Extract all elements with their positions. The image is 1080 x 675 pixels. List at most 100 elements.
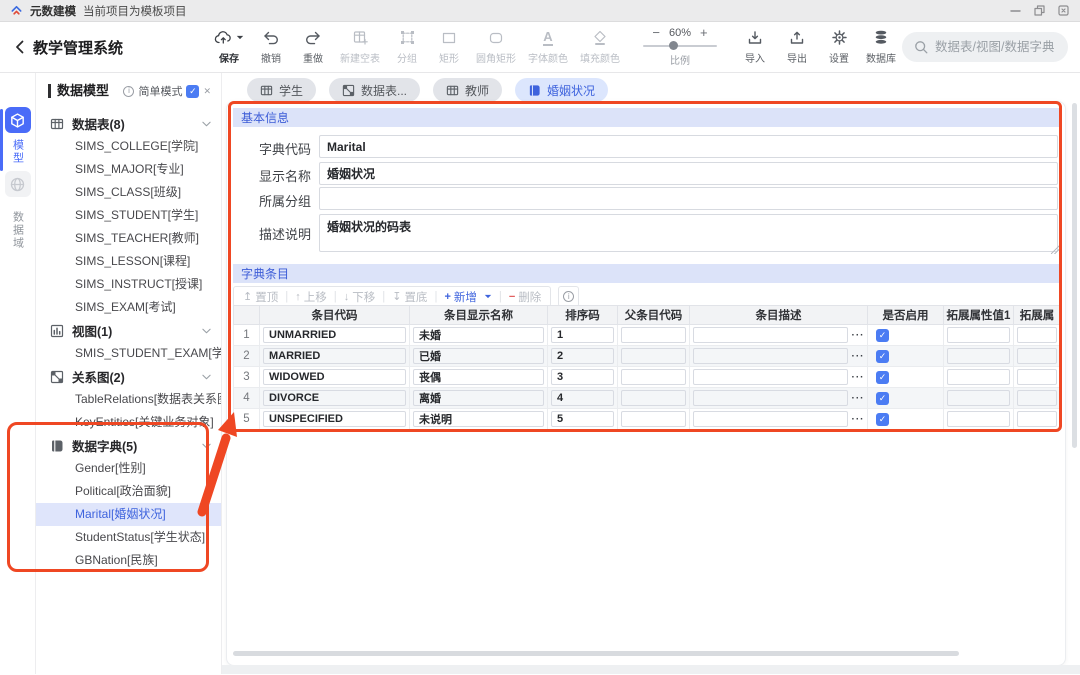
- tab-student[interactable]: 学生: [247, 78, 316, 102]
- fill-color-button[interactable]: 填充颜色: [574, 30, 626, 65]
- tab-datatable-relations[interactable]: 数据表...: [329, 78, 420, 102]
- ext-attr1-cell[interactable]: [947, 369, 1010, 385]
- sidebar-group-tables[interactable]: 数据表(8): [36, 112, 221, 135]
- zoom-slider[interactable]: [643, 41, 717, 50]
- entry-desc-cell[interactable]: [693, 390, 848, 406]
- textarea-resize-handle[interactable]: [1051, 245, 1060, 254]
- rect-tool-button[interactable]: 矩形: [428, 30, 470, 65]
- entries-info-button[interactable]: i: [558, 286, 579, 307]
- new-empty-table-button[interactable]: 新建空表: [334, 30, 386, 65]
- more-options-icon[interactable]: ···: [851, 372, 865, 383]
- description-textarea[interactable]: 婚姻状况的码表: [319, 214, 1058, 252]
- tab-marital-status-active[interactable]: 婚姻状况: [515, 78, 608, 102]
- search-input[interactable]: [935, 40, 1056, 54]
- zoom-slider-thumb[interactable]: [669, 41, 678, 50]
- save-dropdown-icon[interactable]: [236, 35, 244, 40]
- horizontal-scrollbar[interactable]: [233, 651, 959, 656]
- entry-name-cell[interactable]: 未婚: [413, 327, 544, 343]
- enabled-checkbox[interactable]: ✓: [876, 371, 889, 384]
- sidebar-item-dictionary[interactable]: Gender[性别]: [36, 457, 221, 480]
- sort-code-cell[interactable]: 1: [551, 327, 614, 343]
- model-rail-button[interactable]: [5, 107, 31, 133]
- chevron-down-icon[interactable]: [202, 374, 211, 380]
- sidebar-item-table[interactable]: SIMS_INSTRUCT[授课]: [36, 273, 221, 296]
- parent-code-cell[interactable]: [621, 390, 686, 406]
- parent-code-cell[interactable]: [621, 369, 686, 385]
- enabled-checkbox[interactable]: ✓: [876, 329, 889, 342]
- import-button[interactable]: 导入: [734, 30, 776, 65]
- ext-attr2-cell[interactable]: [1017, 390, 1057, 406]
- pin-bottom-button[interactable]: ↧置底: [392, 289, 427, 305]
- vertical-scrollbar[interactable]: [1072, 103, 1077, 448]
- entry-desc-cell[interactable]: [693, 369, 848, 385]
- sidebar-group-dictionaries[interactable]: 数据字典(5): [36, 434, 221, 457]
- sidebar-item-dictionary[interactable]: Political[政治面貌]: [36, 480, 221, 503]
- back-button[interactable]: [15, 40, 24, 54]
- close-button[interactable]: [1057, 4, 1070, 17]
- parent-code-cell[interactable]: [621, 327, 686, 343]
- more-options-icon[interactable]: ···: [851, 330, 865, 341]
- sidebar-item-view[interactable]: SMIS_STUDENT_EXAM[学生考试]: [36, 342, 221, 365]
- entry-desc-cell[interactable]: [693, 327, 848, 343]
- enabled-checkbox[interactable]: ✓: [876, 350, 889, 363]
- sidebar-group-views[interactable]: 视图(1): [36, 319, 221, 342]
- sidebar-item-relation[interactable]: KeyEntities[关键业务对象]: [36, 411, 221, 434]
- ext-attr1-cell[interactable]: [947, 411, 1010, 427]
- entry-code-cell[interactable]: WIDOWED: [263, 369, 406, 385]
- entry-name-cell[interactable]: 离婚: [413, 390, 544, 406]
- sort-code-cell[interactable]: 5: [551, 411, 614, 427]
- entry-name-cell[interactable]: 未说明: [413, 411, 544, 427]
- ext-attr2-cell[interactable]: [1017, 327, 1057, 343]
- settings-button[interactable]: 设置: [818, 30, 860, 65]
- zoom-in-button[interactable]: +: [700, 28, 708, 38]
- sidebar-item-table[interactable]: SIMS_TEACHER[教师]: [36, 227, 221, 250]
- move-down-button[interactable]: ↓下移: [344, 289, 376, 305]
- entry-code-cell[interactable]: UNMARRIED: [263, 327, 406, 343]
- entry-name-cell[interactable]: 丧偶: [413, 369, 544, 385]
- undo-button[interactable]: 撤销: [250, 30, 292, 65]
- chevron-down-icon[interactable]: [202, 328, 211, 334]
- group-tool-button[interactable]: 分组: [386, 30, 428, 65]
- ext-attr2-cell[interactable]: [1017, 369, 1057, 385]
- simple-mode-checkbox[interactable]: ✓: [186, 85, 199, 98]
- redo-button[interactable]: 重做: [292, 30, 334, 65]
- minimize-button[interactable]: [1009, 4, 1022, 17]
- sidebar-item-table[interactable]: SIMS_STUDENT[学生]: [36, 204, 221, 227]
- more-options-icon[interactable]: ···: [851, 414, 865, 425]
- ext-attr1-cell[interactable]: [947, 390, 1010, 406]
- sidebar-item-dictionary-selected[interactable]: Marital[婚姻状况]: [36, 503, 221, 526]
- entry-code-cell[interactable]: UNSPECIFIED: [263, 411, 406, 427]
- move-up-button[interactable]: ↑上移: [295, 289, 327, 305]
- sidebar-item-dictionary[interactable]: StudentStatus[学生状态]: [36, 526, 221, 549]
- dict-code-input[interactable]: [319, 135, 1058, 158]
- export-button[interactable]: 导出: [776, 30, 818, 65]
- add-entry-button[interactable]: +新增: [444, 289, 476, 305]
- entry-desc-cell[interactable]: [693, 411, 848, 427]
- sidebar-item-table[interactable]: SIMS_COLLEGE[学院]: [36, 135, 221, 158]
- restore-button[interactable]: [1033, 4, 1046, 17]
- search-box[interactable]: [902, 32, 1068, 62]
- sort-code-cell[interactable]: 3: [551, 369, 614, 385]
- entry-code-cell[interactable]: DIVORCE: [263, 390, 406, 406]
- save-button[interactable]: 保存: [208, 30, 250, 65]
- enabled-checkbox[interactable]: ✓: [876, 392, 889, 405]
- delete-entry-button[interactable]: −删除: [509, 289, 541, 305]
- database-button[interactable]: 数据库: [860, 30, 902, 65]
- tab-teacher[interactable]: 教师: [433, 78, 502, 102]
- group-input[interactable]: [319, 187, 1058, 210]
- simple-mode-clear-icon[interactable]: ✕: [203, 86, 211, 97]
- sidebar-item-relation[interactable]: TableRelations[数据表关系图]: [36, 388, 221, 411]
- data-domain-rail-button[interactable]: [5, 171, 31, 197]
- ext-attr1-cell[interactable]: [947, 327, 1010, 343]
- rounded-rect-tool-button[interactable]: 圆角矩形: [470, 30, 522, 65]
- enabled-checkbox[interactable]: ✓: [876, 413, 889, 426]
- sidebar-item-table[interactable]: SIMS_CLASS[班级]: [36, 181, 221, 204]
- sidebar-item-table[interactable]: SIMS_MAJOR[专业]: [36, 158, 221, 181]
- chevron-down-icon[interactable]: [202, 443, 211, 449]
- chevron-down-icon[interactable]: [202, 121, 211, 127]
- zoom-out-button[interactable]: −: [652, 28, 660, 38]
- entry-name-cell[interactable]: 已婚: [413, 348, 544, 364]
- font-color-button[interactable]: A 字体颜色: [522, 30, 574, 65]
- sidebar-group-relations[interactable]: 关系图(2): [36, 365, 221, 388]
- parent-code-cell[interactable]: [621, 411, 686, 427]
